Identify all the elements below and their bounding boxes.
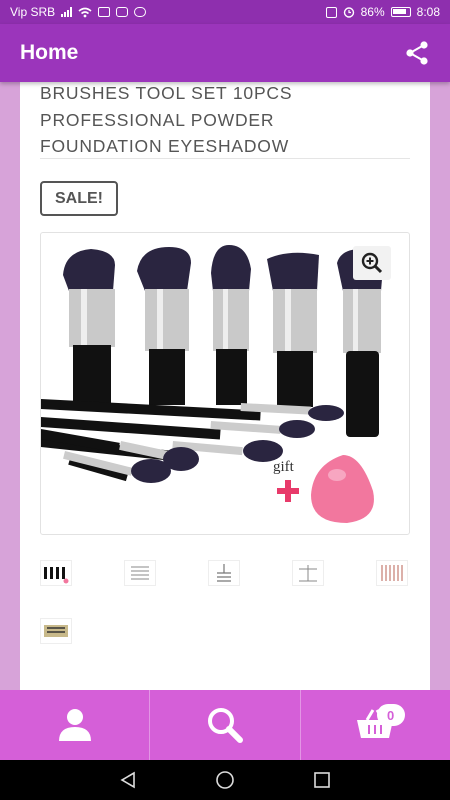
thumbnail[interactable] (376, 560, 408, 586)
battery-icon (390, 7, 411, 17)
product-title-line: BRUSHES TOOL SET 10PCS (40, 83, 293, 103)
user-icon (58, 709, 91, 741)
thumbnail[interactable] (40, 560, 72, 586)
account-tab[interactable] (0, 690, 151, 760)
product-title-line: PROFESSIONAL POWDER (40, 109, 275, 130)
product-image[interactable]: gift (40, 232, 410, 535)
wifi-icon (78, 7, 92, 17)
alarm-icon (343, 7, 354, 18)
cart-tab[interactable]: 0 (301, 690, 450, 760)
status-bar: Vip SRB 86% 8:08 (0, 0, 450, 24)
instagram-icon (116, 7, 129, 17)
share-icon[interactable] (404, 40, 430, 66)
product-title: BRUSHES TOOL SET 10PCS PROFESSIONAL POWD… (40, 82, 410, 160)
lying-brushes (41, 399, 344, 483)
gift-text: gift (273, 459, 295, 475)
thumbnail[interactable] (292, 560, 324, 586)
thumbnail[interactable] (40, 618, 72, 644)
product-content: BRUSHES TOOL SET 10PCS PROFESSIONAL POWD… (20, 82, 430, 690)
system-nav-bar (0, 760, 450, 800)
clock: 8:08 (416, 5, 440, 19)
carrier-label: Vip SRB (10, 5, 56, 19)
search-icon (207, 708, 243, 743)
zoom-in-icon (361, 252, 383, 274)
thumbnail[interactable] (124, 560, 156, 586)
back-icon[interactable] (119, 771, 137, 789)
viber-icon (134, 7, 147, 17)
page-title: Home (20, 41, 79, 64)
mail-icon (98, 7, 111, 17)
app-bar: Home (0, 24, 450, 82)
home-icon[interactable] (215, 770, 235, 790)
signal-icon (61, 7, 73, 17)
nfc-icon (325, 6, 337, 18)
battery-percent: 86% (360, 5, 385, 19)
sale-badge: SALE! (40, 181, 118, 216)
thumbnail[interactable] (208, 560, 240, 586)
zoom-button[interactable] (353, 246, 391, 280)
search-tab[interactable] (150, 690, 301, 760)
divider (40, 158, 410, 159)
recents-icon[interactable] (313, 771, 331, 789)
cart-count-badge: 0 (376, 704, 405, 726)
product-title-line: FOUNDATION EYESHADOW (40, 136, 290, 156)
bottom-nav: 0 (0, 690, 450, 760)
